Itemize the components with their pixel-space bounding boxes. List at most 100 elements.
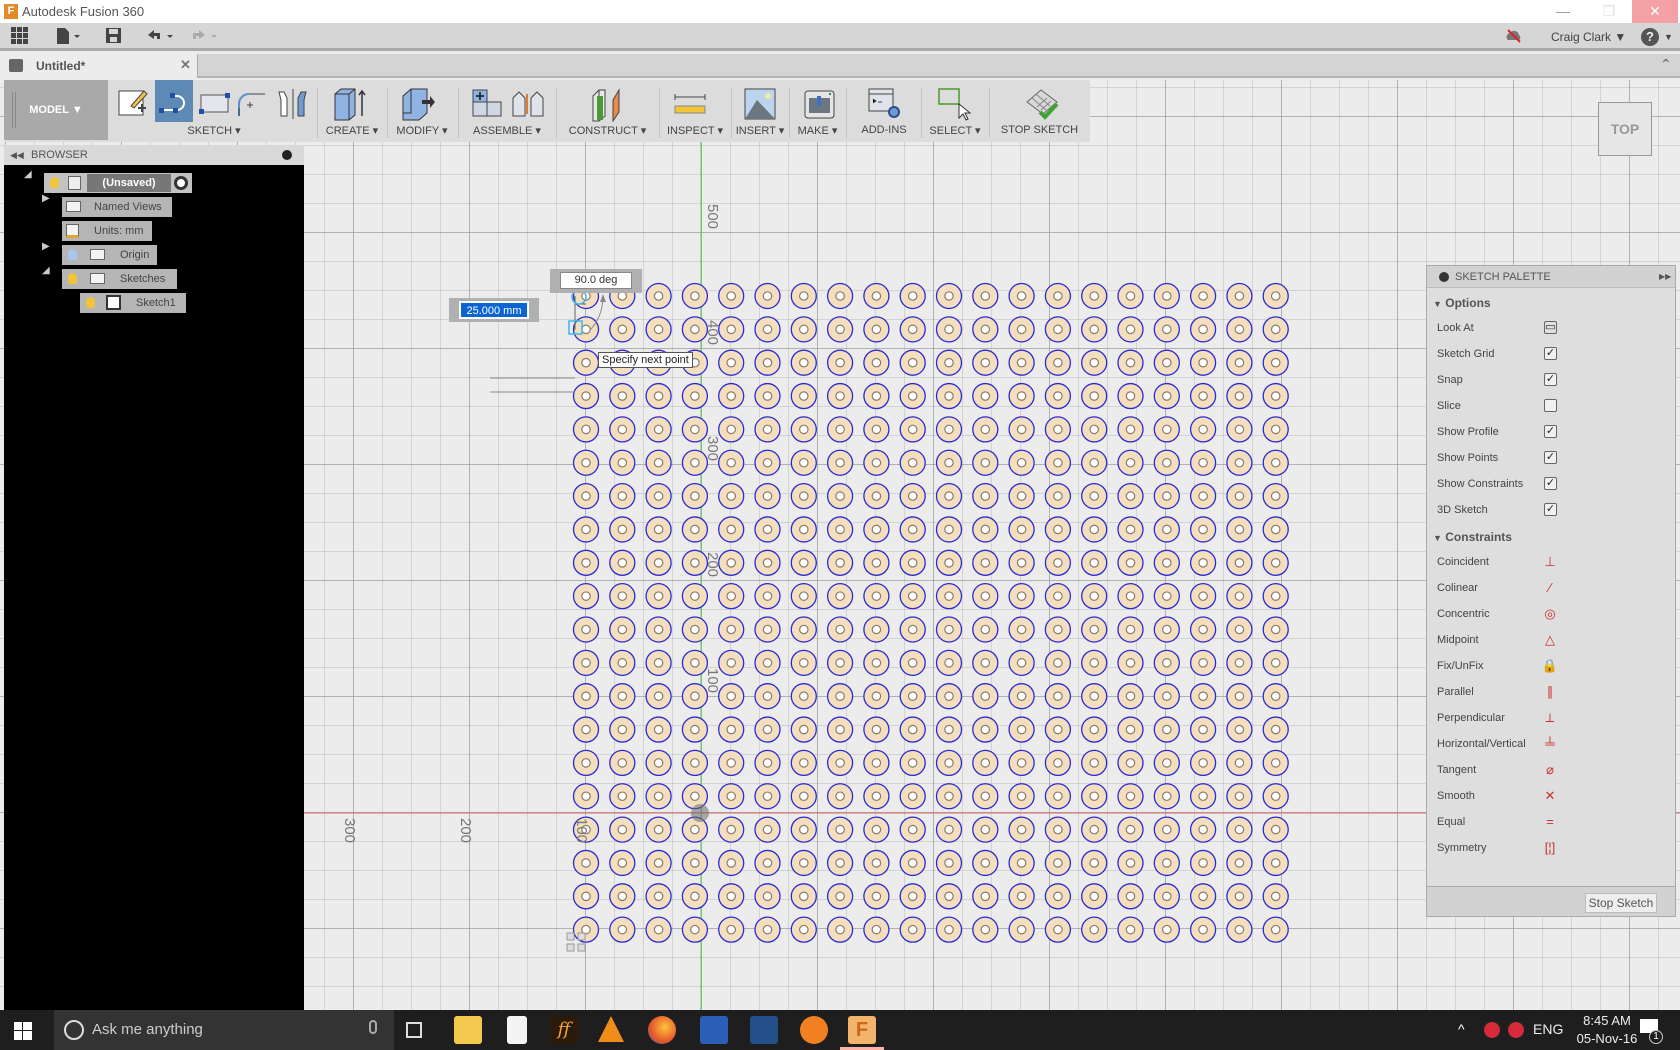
pattern-inner-hole[interactable] xyxy=(1089,591,1099,601)
pattern-inner-hole[interactable] xyxy=(617,791,628,802)
clock-date[interactable]: 05-Nov-16 xyxy=(1566,1031,1648,1046)
pattern-inner-hole[interactable] xyxy=(1270,858,1281,868)
pattern-inner-hole[interactable] xyxy=(835,624,845,635)
pattern-inner-hole[interactable] xyxy=(726,624,736,635)
pattern-inner-hole[interactable] xyxy=(1016,424,1027,435)
pattern-inner-hole[interactable] xyxy=(798,357,809,368)
pattern-inner-hole[interactable] xyxy=(1198,591,1208,601)
pattern-inner-hole[interactable] xyxy=(653,891,664,902)
pattern-inner-hole[interactable] xyxy=(980,691,991,701)
pattern-inner-hole[interactable] xyxy=(1053,324,1063,335)
pattern-inner-hole[interactable] xyxy=(980,724,991,735)
pattern-inner-hole[interactable] xyxy=(1016,758,1027,768)
pattern-inner-hole[interactable] xyxy=(1089,824,1099,835)
pattern-inner-hole[interactable] xyxy=(1234,491,1245,501)
pattern-inner-hole[interactable] xyxy=(1089,391,1099,401)
pattern-inner-hole[interactable] xyxy=(1234,391,1245,401)
pattern-inner-hole[interactable] xyxy=(907,891,918,902)
pattern-inner-hole[interactable] xyxy=(1089,724,1099,735)
pattern-inner-hole[interactable] xyxy=(1089,557,1099,568)
pattern-inner-hole[interactable] xyxy=(1270,291,1281,301)
pattern-inner-hole[interactable] xyxy=(1053,824,1063,835)
pattern-inner-hole[interactable] xyxy=(1089,424,1099,435)
pattern-inner-hole[interactable] xyxy=(1234,557,1245,568)
pattern-inner-hole[interactable] xyxy=(1053,758,1063,768)
pattern-inner-hole[interactable] xyxy=(798,824,809,835)
pattern-inner-hole[interactable] xyxy=(980,591,991,601)
pattern-inner-hole[interactable] xyxy=(1234,758,1245,768)
pattern-inner-hole[interactable] xyxy=(907,291,918,301)
pattern-inner-hole[interactable] xyxy=(690,624,700,635)
construct-group-label[interactable]: CONSTRUCT ▾ xyxy=(556,124,659,137)
pattern-inner-hole[interactable] xyxy=(907,724,918,735)
pattern-inner-hole[interactable] xyxy=(1016,591,1027,601)
firefox-icon[interactable] xyxy=(648,1016,676,1044)
pattern-inner-hole[interactable] xyxy=(944,658,954,668)
mirror-tool-icon[interactable] xyxy=(276,86,312,122)
pattern-inner-hole[interactable] xyxy=(1016,291,1027,301)
pattern-inner-hole[interactable] xyxy=(581,791,591,802)
pattern-inner-hole[interactable] xyxy=(1125,557,1136,568)
pattern-inner-hole[interactable] xyxy=(1162,924,1172,935)
offset-plane-icon[interactable] xyxy=(589,86,625,123)
pattern-inner-hole[interactable] xyxy=(1198,791,1208,802)
restore-button[interactable]: ❐ xyxy=(1586,0,1632,23)
pattern-inner-hole[interactable] xyxy=(617,591,628,601)
pattern-inner-hole[interactable] xyxy=(871,591,882,601)
pattern-inner-hole[interactable] xyxy=(1270,691,1281,701)
pattern-inner-hole[interactable] xyxy=(1198,724,1208,735)
pattern-inner-hole[interactable] xyxy=(907,691,918,701)
pattern-inner-hole[interactable] xyxy=(1234,524,1245,535)
pattern-inner-hole[interactable] xyxy=(871,824,882,835)
pattern-inner-hole[interactable] xyxy=(798,324,809,335)
pattern-inner-hole[interactable] xyxy=(1125,524,1136,535)
pattern-inner-hole[interactable] xyxy=(835,391,845,401)
collapse-toolbar-chevron-icon[interactable]: ⌃ xyxy=(1660,56,1672,73)
pattern-inner-hole[interactable] xyxy=(944,691,954,701)
pattern-inner-hole[interactable] xyxy=(907,824,918,835)
pattern-inner-hole[interactable] xyxy=(690,524,700,535)
undo-icon[interactable] xyxy=(145,27,177,47)
pattern-inner-hole[interactable] xyxy=(944,457,954,468)
pattern-inner-hole[interactable] xyxy=(1198,624,1208,635)
pattern-inner-hole[interactable] xyxy=(653,624,664,635)
pattern-inner-hole[interactable] xyxy=(798,891,809,902)
pattern-inner-hole[interactable] xyxy=(871,391,882,401)
pattern-inner-hole[interactable] xyxy=(1198,858,1208,868)
minimize-button[interactable]: — xyxy=(1540,0,1586,23)
pattern-inner-hole[interactable] xyxy=(1198,291,1208,301)
pattern-inner-hole[interactable] xyxy=(907,791,918,802)
select-group-label[interactable]: SELECT ▾ xyxy=(921,124,989,137)
pattern-inner-hole[interactable] xyxy=(690,491,700,501)
pattern-inner-hole[interactable] xyxy=(726,391,736,401)
pattern-inner-hole[interactable] xyxy=(1270,391,1281,401)
pattern-inner-hole[interactable] xyxy=(726,324,736,335)
pattern-inner-hole[interactable] xyxy=(1270,824,1281,835)
pattern-inner-hole[interactable] xyxy=(871,724,882,735)
pattern-inner-hole[interactable] xyxy=(1053,491,1063,501)
pattern-inner-hole[interactable] xyxy=(1089,324,1099,335)
coincident-constraint-icon[interactable]: ⊥ xyxy=(1541,553,1559,571)
pattern-inner-hole[interactable] xyxy=(726,924,736,935)
pattern-inner-hole[interactable] xyxy=(690,324,700,335)
pattern-inner-hole[interactable] xyxy=(1270,791,1281,802)
pattern-inner-hole[interactable] xyxy=(1016,524,1027,535)
pattern-inner-hole[interactable] xyxy=(1162,391,1172,401)
pattern-inner-hole[interactable] xyxy=(1053,357,1063,368)
pattern-inner-hole[interactable] xyxy=(617,324,628,335)
pattern-inner-hole[interactable] xyxy=(1016,391,1027,401)
pattern-inner-hole[interactable] xyxy=(690,457,700,468)
workspace-switcher[interactable]: MODEL ▼ xyxy=(4,80,108,140)
blender-icon[interactable] xyxy=(800,1016,828,1044)
pattern-inner-hole[interactable] xyxy=(907,858,918,868)
pattern-inner-hole[interactable] xyxy=(1270,624,1281,635)
stop-sketch-button[interactable]: Stop Sketch xyxy=(1585,893,1657,913)
pattern-inner-hole[interactable] xyxy=(762,891,773,902)
pattern-inner-hole[interactable] xyxy=(762,491,773,501)
pattern-inner-hole[interactable] xyxy=(1125,891,1136,902)
pattern-inner-hole[interactable] xyxy=(1162,858,1172,868)
pattern-inner-hole[interactable] xyxy=(690,891,700,902)
pattern-inner-hole[interactable] xyxy=(871,758,882,768)
pattern-inner-hole[interactable] xyxy=(798,658,809,668)
pattern-inner-hole[interactable] xyxy=(1270,324,1281,335)
